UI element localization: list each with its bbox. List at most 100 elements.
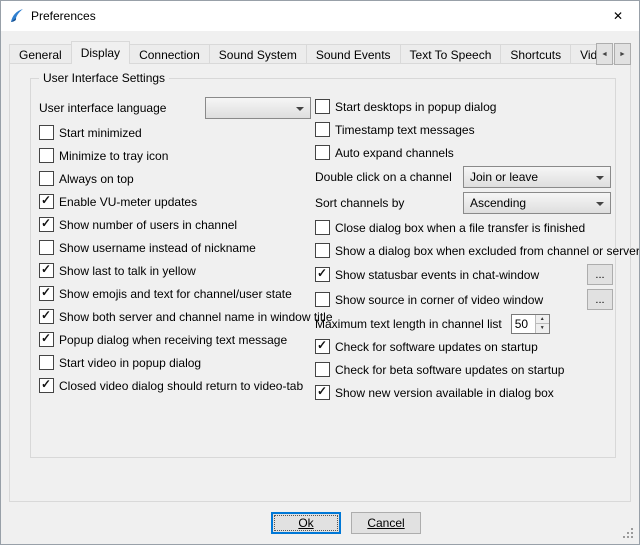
checkbox[interactable] bbox=[315, 292, 330, 307]
tab[interactable]: Display bbox=[71, 41, 130, 64]
checkbox-row[interactable]: Close dialog box when a file transfer is… bbox=[315, 216, 613, 239]
checkbox[interactable] bbox=[39, 125, 54, 140]
tab[interactable]: General bbox=[9, 44, 72, 64]
language-row: User interface language bbox=[39, 95, 317, 121]
cancel-button[interactable]: Cancel bbox=[351, 512, 421, 534]
checkbox[interactable] bbox=[39, 194, 54, 209]
sort-channels-combobox[interactable]: Ascending bbox=[463, 192, 611, 214]
checkbox[interactable] bbox=[315, 99, 330, 114]
checkbox-row[interactable]: Show number of users in channel bbox=[39, 213, 317, 236]
checkbox-row[interactable]: Minimize to tray icon bbox=[39, 144, 317, 167]
spin-up-icon[interactable]: ▲ bbox=[536, 315, 549, 325]
checkbox[interactable] bbox=[39, 217, 54, 232]
checkbox-label: Close dialog box when a file transfer is… bbox=[335, 221, 585, 235]
video-source-browse-button[interactable]: ... bbox=[587, 289, 613, 310]
checkbox[interactable] bbox=[39, 309, 54, 324]
checkbox-row[interactable]: Show new version available in dialog box bbox=[315, 381, 613, 404]
checkbox-label: Show emojis and text for channel/user st… bbox=[59, 287, 292, 301]
checkbox[interactable] bbox=[315, 145, 330, 160]
checkbox-label: Show both server and channel name in win… bbox=[59, 310, 333, 324]
app-icon bbox=[9, 8, 25, 24]
left-column: User interface language Start minimized bbox=[39, 95, 317, 397]
checkbox-label: Show last to talk in yellow bbox=[59, 264, 196, 278]
tab-pane: User Interface Settings User interface l… bbox=[9, 63, 631, 502]
resize-grip[interactable] bbox=[623, 528, 635, 540]
checkbox-label: Start minimized bbox=[59, 126, 142, 140]
checkbox[interactable] bbox=[315, 243, 330, 258]
checkbox[interactable] bbox=[39, 332, 54, 347]
statusbar-events-row[interactable]: Show statusbar events in chat-window ... bbox=[315, 262, 613, 287]
right-checkbox-list-bottom: Check for software updates on startup Ch… bbox=[315, 335, 613, 404]
checkbox-row[interactable]: Show username instead of nickname bbox=[39, 236, 317, 259]
right-checkbox-list-mid: Close dialog box when a file transfer is… bbox=[315, 216, 613, 262]
checkbox-label: Check for software updates on startup bbox=[335, 340, 538, 354]
checkbox-row[interactable]: Start desktops in popup dialog bbox=[315, 95, 613, 118]
checkbox[interactable] bbox=[39, 171, 54, 186]
checkbox[interactable] bbox=[315, 267, 330, 282]
checkbox-label: Show new version available in dialog box bbox=[335, 386, 554, 400]
checkbox-row[interactable]: Timestamp text messages bbox=[315, 118, 613, 141]
checkbox-row[interactable]: Show both server and channel name in win… bbox=[39, 305, 317, 328]
double-click-combobox[interactable]: Join or leave bbox=[463, 166, 611, 188]
tab[interactable]: Text To Speech bbox=[400, 44, 502, 64]
checkbox-row[interactable]: Enable VU-meter updates bbox=[39, 190, 317, 213]
checkbox[interactable] bbox=[315, 385, 330, 400]
tab[interactable]: Connection bbox=[129, 44, 210, 64]
right-checkbox-list-top: Start desktops in popup dialog Timestamp… bbox=[315, 95, 613, 164]
checkbox-row[interactable]: Start minimized bbox=[39, 121, 317, 144]
language-label: User interface language bbox=[39, 101, 200, 115]
video-source-row[interactable]: Show source in corner of video window ..… bbox=[315, 287, 613, 312]
double-click-label: Double click on a channel bbox=[315, 170, 458, 184]
max-text-length-value[interactable]: 50 bbox=[512, 315, 535, 333]
cancel-button-label: Cancel bbox=[367, 516, 404, 530]
statusbar-events-browse-button[interactable]: ... bbox=[587, 264, 613, 285]
checkbox-row[interactable]: Show a dialog box when excluded from cha… bbox=[315, 239, 613, 262]
tab[interactable]: Video bbox=[570, 44, 597, 64]
checkbox[interactable] bbox=[39, 240, 54, 255]
checkbox-label: Show number of users in channel bbox=[59, 218, 237, 232]
double-click-row: Double click on a channel Join or leave bbox=[315, 164, 613, 190]
checkbox-row[interactable]: Always on top bbox=[39, 167, 317, 190]
checkbox-row[interactable]: Check for beta software updates on start… bbox=[315, 358, 613, 381]
checkbox[interactable] bbox=[315, 362, 330, 377]
tab[interactable]: Sound Events bbox=[306, 44, 401, 64]
checkbox[interactable] bbox=[315, 122, 330, 137]
checkbox[interactable] bbox=[315, 339, 330, 354]
checkbox-label: Minimize to tray icon bbox=[59, 149, 168, 163]
checkbox-row[interactable]: Auto expand channels bbox=[315, 141, 613, 164]
tab[interactable]: Sound System bbox=[209, 44, 307, 64]
tab[interactable]: Shortcuts bbox=[500, 44, 571, 64]
checkbox-label: Enable VU-meter updates bbox=[59, 195, 197, 209]
checkbox-row[interactable]: Start video in popup dialog bbox=[39, 351, 317, 374]
checkbox-row[interactable]: Popup dialog when receiving text message bbox=[39, 328, 317, 351]
tab-label: Text To Speech bbox=[410, 48, 492, 62]
sort-channels-label: Sort channels by bbox=[315, 196, 458, 210]
preferences-dialog: Preferences ✕ General Display Connection… bbox=[0, 0, 640, 545]
tab-label: Sound Events bbox=[316, 48, 391, 62]
max-text-length-spinner[interactable]: 50 ▲ ▼ bbox=[511, 314, 550, 334]
checkbox[interactable] bbox=[315, 220, 330, 235]
tab-label: Shortcuts bbox=[510, 48, 561, 62]
checkbox-row[interactable]: Check for software updates on startup bbox=[315, 335, 613, 358]
checkbox[interactable] bbox=[39, 148, 54, 163]
tab-scroll-right-icon[interactable]: ► bbox=[614, 43, 631, 65]
checkbox-label: Closed video dialog should return to vid… bbox=[59, 379, 303, 393]
checkbox[interactable] bbox=[39, 286, 54, 301]
ok-button[interactable]: Ok bbox=[271, 512, 341, 534]
checkbox-label: Always on top bbox=[59, 172, 134, 186]
checkbox-label: Start desktops in popup dialog bbox=[335, 100, 496, 114]
spin-down-icon[interactable]: ▼ bbox=[536, 324, 549, 333]
close-button[interactable]: ✕ bbox=[597, 1, 639, 31]
checkbox-row[interactable]: Closed video dialog should return to vid… bbox=[39, 374, 317, 397]
checkbox-row[interactable]: Show emojis and text for channel/user st… bbox=[39, 282, 317, 305]
checkbox[interactable] bbox=[39, 378, 54, 393]
checkbox-label: Show source in corner of video window bbox=[335, 293, 543, 307]
checkbox-row[interactable]: Show last to talk in yellow bbox=[39, 259, 317, 282]
tab-label: General bbox=[19, 48, 62, 62]
checkbox[interactable] bbox=[39, 355, 54, 370]
checkbox-label: Start video in popup dialog bbox=[59, 356, 201, 370]
tab-scroll-left-icon[interactable]: ◄ bbox=[596, 43, 613, 65]
language-combobox[interactable] bbox=[205, 97, 311, 119]
checkbox[interactable] bbox=[39, 263, 54, 278]
left-checkbox-list: Start minimized Minimize to tray icon Al… bbox=[39, 121, 317, 397]
